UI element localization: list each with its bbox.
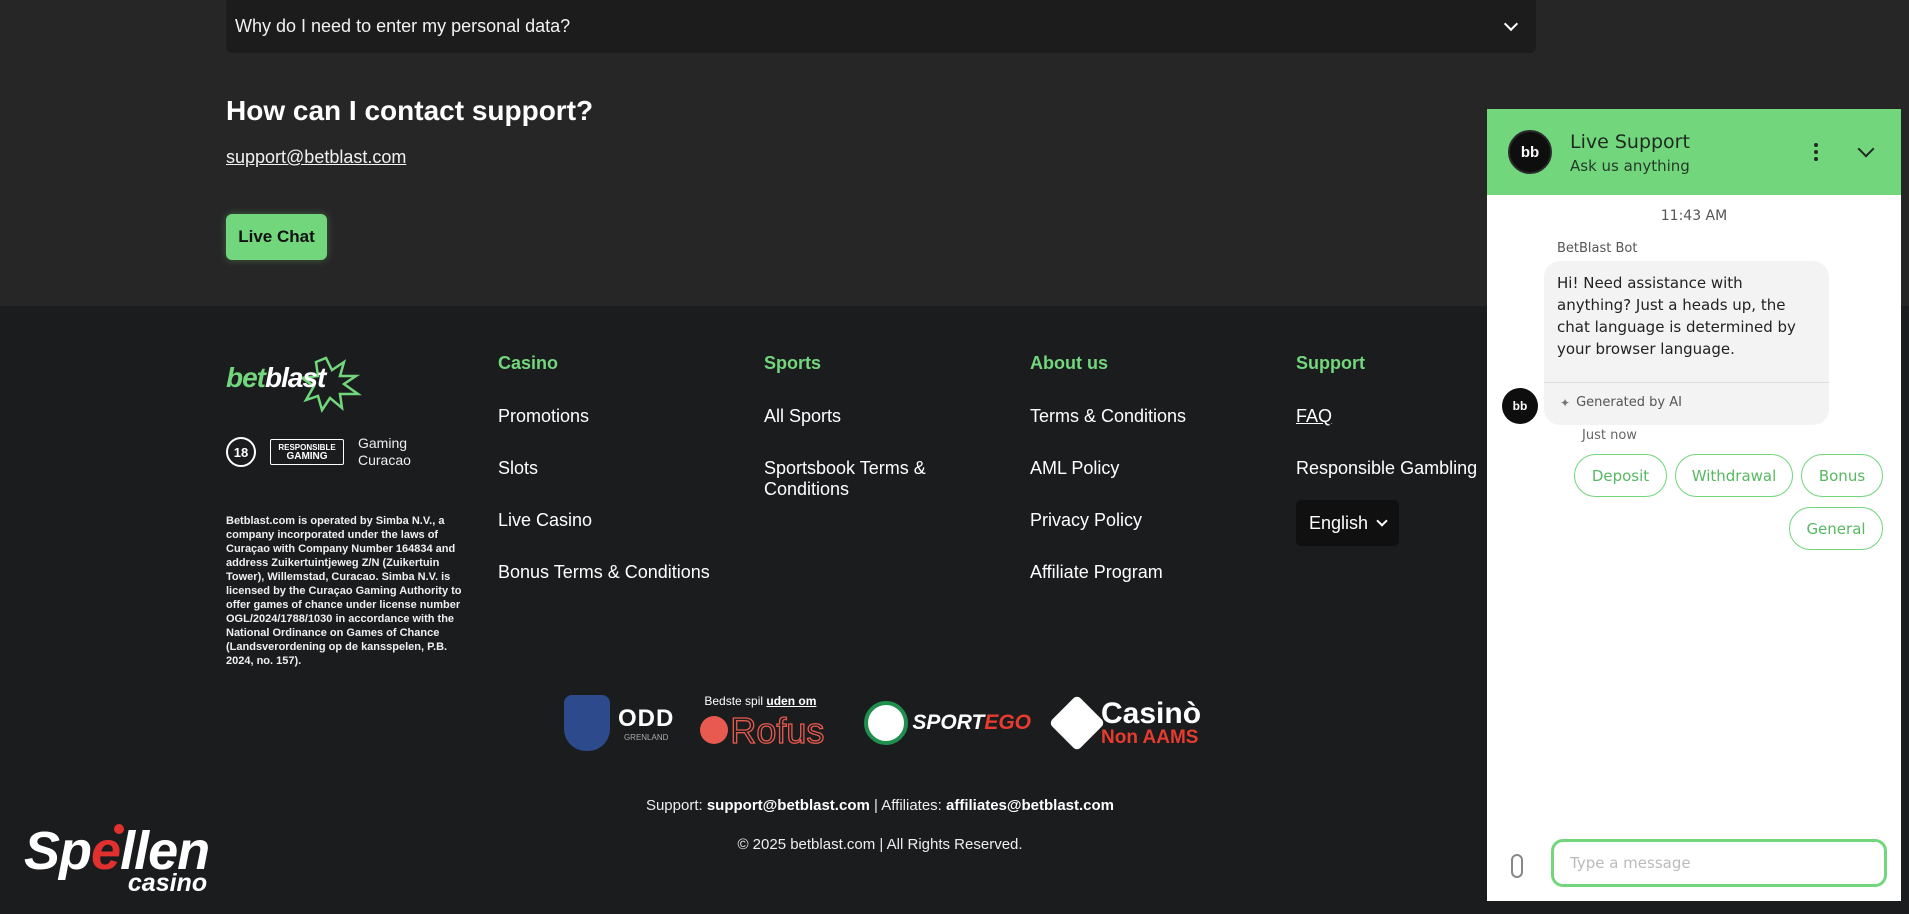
partner-logos: ODD GRENLAND Bedste spil uden om Rofus S… xyxy=(564,694,1201,752)
footer-col-title: Casino xyxy=(498,353,559,373)
footer-support-email[interactable]: support@betblast.com xyxy=(707,797,870,814)
footer-link-affiliate[interactable]: Affiliate Program xyxy=(1030,562,1186,583)
footer-col-about: About us Terms & Conditions AML Policy P… xyxy=(1030,353,1186,614)
shield-icon xyxy=(564,695,610,751)
footer-col-sports: Sports All Sports Sportsbook Terms & Con… xyxy=(764,353,954,531)
chat-subtitle: Ask us anything xyxy=(1570,157,1690,175)
faq-item-personal-data[interactable]: Why do I need to enter my personal data? xyxy=(226,0,1536,53)
casino-non-aams-logo[interactable]: Casinò Non AAMS xyxy=(1048,694,1201,752)
footer-link-privacy[interactable]: Privacy Policy xyxy=(1030,510,1186,531)
age-18-badge: 18 xyxy=(226,437,256,467)
footer-link-bonus-terms[interactable]: Bonus Terms & Conditions xyxy=(498,562,710,583)
footer-link-faq[interactable]: FAQ xyxy=(1296,406,1477,427)
quick-reply-deposit[interactable]: Deposit xyxy=(1574,454,1667,497)
legal-text: Betblast.com is operated by Simba N.V., … xyxy=(226,515,462,667)
footer-link-live-casino[interactable]: Live Casino xyxy=(498,510,710,531)
spellen-casino-watermark: Spellen casino xyxy=(24,821,210,897)
footer-link-responsible-gambling[interactable]: Responsible Gambling xyxy=(1296,458,1477,479)
quick-reply-general[interactable]: General xyxy=(1789,507,1883,550)
sparkle-icon: ✦ xyxy=(1560,395,1571,410)
support-email-link[interactable]: support@betblast.com xyxy=(226,147,406,168)
bot-name: BetBlast Bot xyxy=(1557,241,1638,256)
chevron-down-icon xyxy=(1503,16,1519,32)
betblast-logo[interactable]: betblast xyxy=(226,350,376,414)
quick-reply-withdrawal[interactable]: Withdrawal xyxy=(1675,454,1793,497)
responsible-gaming-badge[interactable]: RESPONSIBLE GAMING xyxy=(270,439,344,465)
rofus-dot-icon xyxy=(700,716,729,744)
license-badges: 18 RESPONSIBLE GAMING Gaming Curacao xyxy=(226,435,411,469)
dice-icon xyxy=(1048,694,1106,752)
live-chat-button[interactable]: Live Chat xyxy=(226,214,327,260)
faq-question: Why do I need to enter my personal data? xyxy=(235,16,571,36)
gaming-curacao-badge[interactable]: Gaming Curacao xyxy=(358,435,411,469)
rofus-logo[interactable]: Bedste spil uden om Rofus xyxy=(700,694,838,752)
footer-link-terms[interactable]: Terms & Conditions xyxy=(1030,406,1186,427)
sportego-logo[interactable]: SPORTEGO xyxy=(864,701,1031,745)
footer-col-title: Support xyxy=(1296,353,1365,373)
footer-affiliates-email[interactable]: affiliates@betblast.com xyxy=(946,797,1114,814)
odd-logo[interactable]: ODD GRENLAND xyxy=(564,695,674,751)
bot-avatar: bb xyxy=(1508,130,1552,174)
quick-reply-bonus[interactable]: Bonus xyxy=(1801,454,1883,497)
chat-title: Live Support xyxy=(1570,131,1690,153)
footer-col-title: About us xyxy=(1030,353,1108,373)
message-input[interactable] xyxy=(1551,839,1887,887)
language-value: English xyxy=(1308,512,1369,533)
footer-link-all-sports[interactable]: All Sports xyxy=(764,406,954,427)
ball-icon xyxy=(864,701,909,745)
bubble-divider xyxy=(1544,382,1829,383)
footer-col-casino: Casino Promotions Slots Live Casino Bonu… xyxy=(498,353,710,614)
cherry-icon xyxy=(114,824,124,834)
paperclip-icon[interactable] xyxy=(1511,854,1523,878)
bot-message-bubble: Hi! Need assistance with anything? Just … xyxy=(1544,261,1829,425)
footer-link-promotions[interactable]: Promotions xyxy=(498,406,710,427)
chevron-down-icon xyxy=(1376,515,1388,527)
language-selector[interactable]: English xyxy=(1296,500,1399,546)
minimize-chevron-icon[interactable] xyxy=(1857,140,1875,158)
contact-heading: How can I contact support? xyxy=(226,95,594,126)
footer-link-sportsbook-terms[interactable]: Sportsbook Terms & Conditions xyxy=(764,458,954,500)
footer-col-support: Support FAQ Responsible Gambling English xyxy=(1296,353,1477,546)
chat-header: bb Live Support Ask us anything xyxy=(1487,109,1901,195)
logo-wordmark: betblast xyxy=(226,362,326,393)
footer-link-aml[interactable]: AML Policy xyxy=(1030,458,1186,479)
footer-col-title: Sports xyxy=(764,353,822,373)
live-support-chat: bb Live Support Ask us anything 11:43 AM… xyxy=(1487,109,1901,901)
more-options-icon[interactable] xyxy=(1814,143,1818,161)
ai-label: Generated by AI xyxy=(1576,395,1682,410)
chat-timestamp: 11:43 AM xyxy=(1660,208,1728,224)
bot-avatar-small: bb xyxy=(1502,388,1538,424)
chat-composer xyxy=(1487,839,1901,889)
bot-message-text: Hi! Need assistance with anything? Just … xyxy=(1557,274,1796,358)
message-time: Just now xyxy=(1582,428,1637,443)
footer-link-slots[interactable]: Slots xyxy=(498,458,710,479)
